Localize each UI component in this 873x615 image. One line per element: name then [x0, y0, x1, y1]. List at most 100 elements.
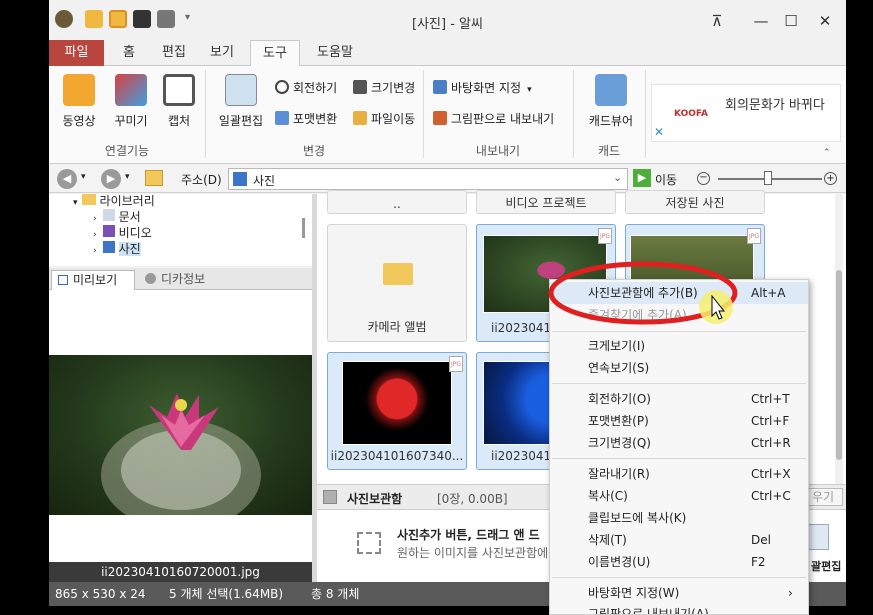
forward-history-icon[interactable]: ▾ [125, 172, 130, 182]
format-icon [275, 111, 289, 125]
back-history-icon[interactable]: ▾ [81, 172, 86, 182]
menu-item-label: 즐겨찾기에 추가(A) [588, 308, 687, 322]
video-icon [63, 74, 95, 106]
move-file-button[interactable]: 파일이동 [353, 109, 415, 129]
cad-viewer-label: 캐드뷰어 [588, 114, 634, 128]
menu-item-resize[interactable]: 크기변경(Q) Ctrl+R [550, 432, 808, 454]
tree-item-library[interactable]: ▾ 라이브러리 [73, 193, 155, 209]
compact-mode-icon[interactable]: ⊼ [703, 8, 731, 34]
capture-button[interactable]: 캡처 [159, 74, 199, 129]
tab-preview[interactable]: 미리보기 [51, 270, 135, 290]
thumbs-scrollbar[interactable] [835, 194, 843, 484]
batch-edit-button[interactable]: 일괄편집 [213, 74, 269, 129]
cad-viewer-button[interactable]: 캐드뷰어 [583, 74, 639, 129]
menu-item-slideshow[interactable]: 연속보기(S) [550, 357, 808, 379]
menu-item-add-favorite[interactable]: 즐겨찾기에 추가(A) [550, 304, 808, 326]
folder-icon [81, 194, 96, 205]
resize-icon [353, 80, 367, 94]
thumb-parent[interactable]: .. [327, 190, 467, 214]
rotate-button[interactable]: 회전하기 [275, 78, 337, 98]
maximize-button[interactable]: ☐ [777, 8, 805, 34]
menu-item-label: 연속보기(S) [588, 361, 650, 375]
album-drop-sub: 원하는 이미지를 사진보관함에 [397, 546, 549, 560]
menu-item-rotate[interactable]: 회전하기(O) Ctrl+T [550, 388, 808, 410]
menu-item-copy[interactable]: 복사(C) Ctrl+C [550, 485, 808, 507]
menu-item-shortcut: Del [751, 533, 771, 547]
menu-item-label: 바탕화면 지정(W) [588, 586, 680, 600]
set-wallpaper-button[interactable]: 바탕화면 지정 ▾ [433, 78, 532, 98]
menu-item-format-convert[interactable]: 포맷변환(P) Ctrl+F [550, 410, 808, 432]
ribbon-separator [645, 70, 646, 158]
forward-button[interactable]: ▶ [101, 169, 121, 189]
collapse-ribbon-icon[interactable]: ⌃ [823, 148, 831, 158]
go-button[interactable]: 이동 [655, 171, 677, 188]
album-icon [323, 490, 337, 504]
tab-help[interactable]: 도움말 [305, 40, 365, 66]
menu-item-add-to-album[interactable]: 사진보관함에 추가(B) Alt+A [550, 282, 808, 304]
close-button[interactable]: ✕ [811, 8, 839, 34]
zoom-in-icon[interactable]: + [824, 172, 837, 185]
video-button[interactable]: 동영상 [57, 74, 101, 129]
menu-item-set-wallpaper[interactable]: 바탕화면 지정(W) › [550, 582, 808, 604]
ad-close-icon[interactable]: ✕ [654, 125, 664, 139]
thumb-label: ii202304101607340... [330, 449, 464, 463]
tab-view[interactable]: 보기 [199, 40, 245, 66]
decorate-button[interactable]: 꾸미기 [109, 74, 153, 129]
ad-text: 회의문화가 바뀌다 [725, 98, 825, 113]
tree-item-documents[interactable]: › 문서 [93, 209, 141, 225]
tab-home[interactable]: 홈 [109, 40, 149, 66]
menu-item-export-paint[interactable]: 그림판으로 내보내기(A) [550, 603, 808, 615]
rotate-icon [275, 80, 289, 94]
export-paint-button[interactable]: 그림판으로 내보내기 [433, 109, 554, 129]
thumb-video-project[interactable]: 비디오 프로젝트 [476, 190, 616, 214]
album-batch-edit-label[interactable]: 괄편집 [811, 558, 841, 574]
menu-item-cut[interactable]: 잘라내기(R) Ctrl+X [550, 463, 808, 485]
preview-tab-icon [58, 275, 68, 285]
menu-separator [552, 331, 806, 332]
zoom-slider-handle[interactable] [764, 171, 772, 185]
address-bar: ◀ ▾ ▶ ▾ 주소(D) 사진 ⌄ ▶ 이동 − + [49, 165, 846, 193]
menu-item-copy-clipboard[interactable]: 클립보드에 복사(K) [550, 507, 808, 529]
tab-camera-info[interactable]: 디카정보 [137, 270, 241, 290]
thumb-image-3[interactable]: JPG ii202304101607340... [327, 352, 467, 470]
back-button[interactable]: ◀ [57, 169, 77, 189]
thumb-saved-pictures[interactable]: 저장된 사진 [625, 190, 765, 214]
batch-edit-icon [807, 524, 829, 550]
tab-file[interactable]: 파일 [49, 40, 104, 66]
address-input[interactable]: 사진 ⌄ [228, 168, 628, 190]
info-icon [145, 273, 156, 284]
menu-item-rename[interactable]: 이름변경(U) F2 [550, 551, 808, 573]
jpg-badge-icon: JPG [449, 356, 463, 372]
tab-edit[interactable]: 편집 [152, 40, 196, 66]
menu-item-label: 포맷변환(P) [588, 414, 649, 428]
wallpaper-label: 바탕화면 지정 [451, 81, 522, 95]
menu-separator [552, 458, 806, 459]
menu-item-label: 그림판으로 내보내기(A) [588, 607, 709, 615]
format-convert-button[interactable]: 포맷변환 [275, 109, 337, 129]
ad-banner[interactable]: KOOFA 회의문화가 바뀌다 ✕ [651, 84, 841, 142]
tree-item-pictures[interactable]: › 사진 [93, 241, 141, 257]
minimize-button[interactable]: — [747, 8, 775, 34]
tab-tools[interactable]: 도구 [250, 40, 300, 67]
preview-panel [49, 290, 312, 562]
status-total: 총 8 개체 [311, 587, 360, 601]
address-dropdown-icon[interactable]: ⌄ [613, 171, 622, 184]
thumb-label: 카메라 앨범 [367, 320, 427, 334]
tree-scrollbar[interactable] [302, 218, 305, 238]
menu-item-label: 이름변경(U) [588, 555, 651, 569]
menu-item-view-large[interactable]: 크게보기(I) [550, 335, 808, 357]
ribbon: 동영상 꾸미기 캡처 일괄편집 회전하기 크기변경 포맷변환 파일이동 바탕화면… [49, 66, 846, 164]
thumb-camera-album[interactable]: 카메라 앨범 [327, 224, 467, 342]
context-menu: 사진보관함에 추가(B) Alt+A 즐겨찾기에 추가(A) 크게보기(I) 연속… [549, 279, 809, 615]
up-folder-icon[interactable] [145, 170, 163, 186]
menu-item-shortcut: Ctrl+F [751, 414, 790, 428]
menu-item-delete[interactable]: 삭제(T) Del [550, 529, 808, 551]
tree-item-videos[interactable]: › 비디오 [93, 225, 152, 241]
thumbs-scrollbar-thumb[interactable] [836, 270, 842, 460]
zoom-out-icon[interactable]: − [697, 172, 710, 185]
album-clear-button[interactable]: 우기 [803, 488, 843, 506]
rotate-label: 회전하기 [293, 81, 338, 95]
resize-button[interactable]: 크기변경 [353, 78, 415, 98]
tree-item-label: 비디오 [118, 226, 152, 240]
go-arrow-icon[interactable]: ▶ [633, 169, 651, 187]
